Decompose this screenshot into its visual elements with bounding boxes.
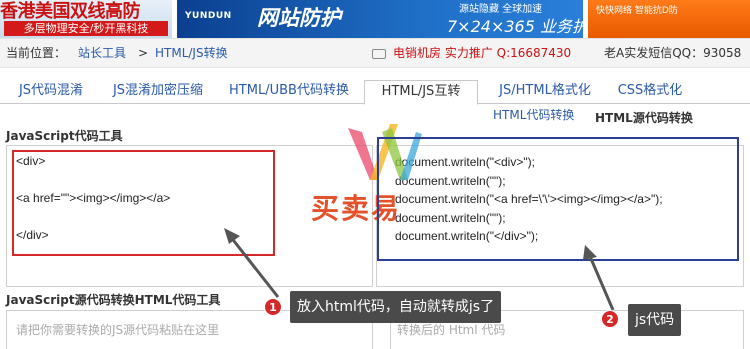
- arrow-1-icon: [224, 228, 280, 298]
- arrow-2-icon: [583, 245, 615, 311]
- annotation-callout-1: 放入html代码，自动就转成js了: [290, 291, 502, 323]
- annotation-callout-2: js代码: [628, 304, 682, 336]
- annotation-badge-1: 1: [264, 298, 282, 316]
- annotation-badge-2: 2: [601, 310, 619, 328]
